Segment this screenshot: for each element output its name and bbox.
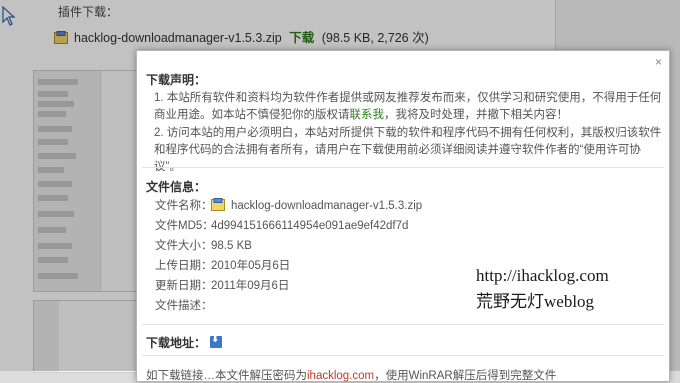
update-date-value: 2011年09月6日 [211,280,290,292]
watermark-url: http://ihacklog.com [476,266,609,285]
file-name-value: hacklog-downloadmanager-v1.5.3.zip [231,200,423,212]
download-address-title: 下载地址： [146,334,223,351]
zip-icon [211,198,225,211]
file-size-row: 文件大小：98.5 KB [155,240,252,252]
disclaimer-paragraph-1: 1. 本站所有软件和资料均为软件作者提供或网友推荐发布而来，仅供学习和研究使用，… [154,92,662,121]
file-info-title: 文件信息： [146,180,207,194]
file-description-row: 文件描述： [155,300,213,312]
disclaimer-paragraph-2: 2. 访问本站的用户必须明白，本站对所提供下载的软件和程序代码不拥有任何权利，其… [154,127,662,173]
file-md5-value: 4d994151666114954e091ae9ef42df7d [211,220,409,232]
update-date-row: 更新日期：2011年09月6日 [155,280,290,292]
section-divider [142,355,664,356]
file-size-value: 98.5 KB [211,240,252,252]
download-instructions-text: 如下载链接…本文件解压密码为ihacklog.com，使用WinRAR解压后得到… [146,370,557,382]
watermark-name: 荒野无灯weblog [476,292,595,311]
upload-date-value: 2010年05月6日 [211,260,291,272]
disclaimer-title: 下载声明： [146,73,207,87]
close-icon[interactable]: × [655,56,662,68]
section-divider [142,167,664,168]
upload-date-row: 上传日期：2010年05月6日 [155,260,291,272]
file-md5-row: 文件MD5：4d994151666114954e091ae9ef42df7d [155,220,409,232]
contact-me-link[interactable]: 联系我 [350,109,385,121]
section-divider [142,324,664,325]
file-name-row: 文件名称： hacklog-downloadmanager-v1.5.3.zip [155,198,423,212]
download-dialog: × 下载声明： 1. 本站所有软件和资料均为软件作者提供或网友推荐发布而来，仅供… [136,50,670,382]
download-icon[interactable] [210,334,223,348]
